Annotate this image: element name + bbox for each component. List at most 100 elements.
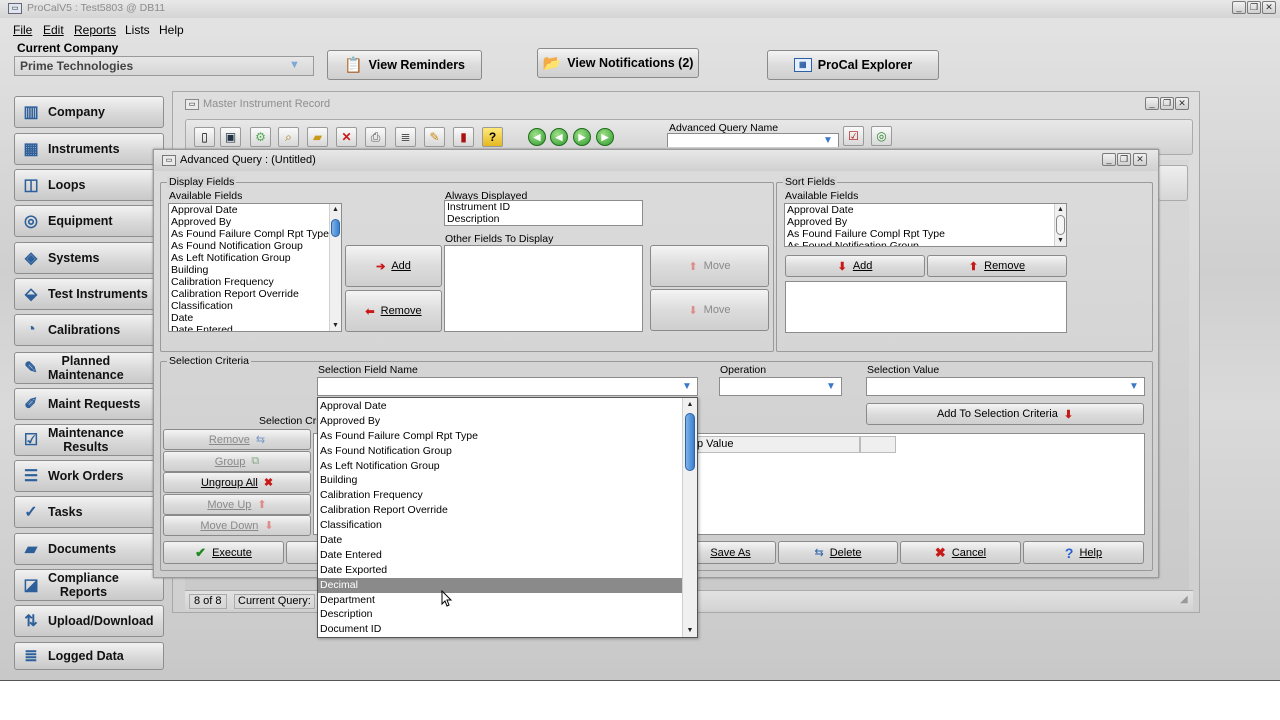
save-icon[interactable]: ▣ xyxy=(220,127,241,147)
scroll-down-icon[interactable]: ▼ xyxy=(1055,235,1066,246)
sidebar-item-company[interactable]: ▥ Company xyxy=(14,96,164,128)
scroll-thumb[interactable] xyxy=(331,219,340,237)
menu-file[interactable]: File xyxy=(13,23,32,37)
ungroup-all-button[interactable]: Ungroup All ✖ xyxy=(163,472,311,493)
exit-icon[interactable]: ▮ xyxy=(453,127,474,147)
list-item[interactable]: Approval Date xyxy=(785,204,1066,216)
list-item[interactable]: As Found Notification Group xyxy=(318,444,682,459)
add-to-selection-criteria-button[interactable]: Add To Selection Criteria ⬇ xyxy=(866,403,1144,425)
company-select[interactable]: Prime Technologies ▼ xyxy=(14,56,314,76)
report-icon[interactable]: ≣ xyxy=(395,127,416,147)
list-item[interactable]: As Left Notification Group xyxy=(169,252,341,264)
delete-icon[interactable]: ✕ xyxy=(336,127,357,147)
list-item[interactable]: Calibration Frequency xyxy=(318,488,682,503)
list-item[interactable]: Approved By xyxy=(318,414,682,429)
list-item[interactable]: As Found Failure Compl Rpt Type xyxy=(318,429,682,444)
menu-reports[interactable]: Reports xyxy=(74,23,116,37)
query-run-icon[interactable]: ◎ xyxy=(871,126,892,146)
first-record-icon[interactable]: ◀ xyxy=(528,128,546,146)
other-fields-list[interactable] xyxy=(444,245,643,332)
master-close-icon[interactable]: ✕ xyxy=(1175,97,1189,110)
scroll-up-icon[interactable]: ▲ xyxy=(683,399,697,410)
list-item[interactable]: Decimal xyxy=(318,577,682,593)
list-item[interactable]: Department xyxy=(318,593,682,608)
display-available-scrollbar[interactable]: ▲ ▼ xyxy=(329,204,341,331)
sidebar-item-logged-data[interactable]: ≣ Logged Data xyxy=(14,642,164,670)
sort-available-list[interactable]: Approval Date Approved By As Found Failure… xyxy=(784,203,1067,247)
dialog-close-icon[interactable]: ✕ xyxy=(1133,153,1147,166)
sidebar-item-maintenance-results[interactable]: ☑ Maintenance Results xyxy=(14,424,164,456)
list-item[interactable]: Description xyxy=(445,213,642,225)
list-item[interactable]: As Left Notification Group xyxy=(318,459,682,474)
list-item[interactable]: As Found Failure Compl Rpt Type xyxy=(785,228,1066,240)
list-item[interactable]: Classification xyxy=(318,518,682,533)
edit-icon[interactable]: ✎ xyxy=(424,127,445,147)
sidebar-item-test-instruments[interactable]: ⬙ Test Instruments xyxy=(14,278,164,310)
sort-add-button[interactable]: ⬇ Add xyxy=(785,255,925,277)
scroll-thumb[interactable] xyxy=(685,413,695,471)
display-available-list[interactable]: Approval Date Approved By As Found Failure… xyxy=(168,203,342,332)
close-icon[interactable]: ✕ xyxy=(1262,1,1276,14)
scroll-down-icon[interactable]: ▼ xyxy=(330,320,341,331)
cancel-button[interactable]: ✖ Cancel xyxy=(900,541,1021,564)
sidebar-item-maint-requests[interactable]: ✐ Maint Requests xyxy=(14,388,164,420)
list-item[interactable]: Date xyxy=(318,533,682,548)
criteria-move-down-button[interactable]: Move Down ⬇ xyxy=(163,515,311,536)
sidebar-item-work-orders[interactable]: ☰ Work Orders xyxy=(14,460,164,492)
display-move-down-button[interactable]: ⬇ Move xyxy=(650,289,769,331)
sidebar-item-instruments[interactable]: ▦ Instruments xyxy=(14,133,164,165)
list-item[interactable]: Calibration Report Override xyxy=(169,288,341,300)
scroll-down-icon[interactable]: ▼ xyxy=(683,625,697,636)
list-item[interactable]: As Found Failure Compl Rpt Type xyxy=(169,228,341,240)
list-item[interactable]: Calibration Report Override xyxy=(318,503,682,518)
find-icon[interactable]: ⌕ xyxy=(278,127,299,147)
sidebar-item-documents[interactable]: ▰ Documents xyxy=(14,533,164,565)
sidebar-item-upload-download[interactable]: ⇅ Upload/Download xyxy=(14,605,164,637)
scroll-up-icon[interactable]: ▲ xyxy=(330,204,341,215)
sort-available-scrollbar[interactable]: ▲ ▼ xyxy=(1054,204,1066,246)
selection-value-select[interactable]: ▼ xyxy=(866,377,1145,396)
display-move-up-button[interactable]: ⬆ Move xyxy=(650,245,769,287)
previous-record-icon[interactable]: ◀ xyxy=(550,128,568,146)
sort-selected-list[interactable] xyxy=(785,281,1067,333)
list-item[interactable]: Classification xyxy=(169,300,341,312)
minimize-icon[interactable]: _ xyxy=(1232,1,1246,14)
list-item[interactable]: Date Entered xyxy=(318,548,682,563)
list-item[interactable]: Approval Date xyxy=(169,204,341,216)
next-record-icon[interactable]: ▶ xyxy=(573,128,591,146)
list-item[interactable]: As Found Notification Group xyxy=(785,240,1066,246)
help-button[interactable]: ? Help xyxy=(1023,541,1144,564)
selection-field-name-select[interactable]: ▼ xyxy=(317,377,698,396)
list-item[interactable]: Calibration Frequency xyxy=(169,276,341,288)
view-notifications-button[interactable]: 📂 View Notifications (2) xyxy=(537,48,699,78)
master-minimize-icon[interactable]: _ xyxy=(1145,97,1159,110)
query-edit-icon[interactable]: ☑ xyxy=(843,126,864,146)
criteria-remove-button[interactable]: Remove ⇆ xyxy=(163,429,311,450)
restore-icon[interactable]: ❐ xyxy=(1247,1,1261,14)
display-add-button[interactable]: ➔ Add xyxy=(345,245,442,287)
last-record-icon[interactable]: ▶ xyxy=(596,128,614,146)
list-item[interactable]: Approved By xyxy=(169,216,341,228)
list-item[interactable]: Date xyxy=(169,312,341,324)
menu-help[interactable]: Help xyxy=(159,23,184,37)
list-item[interactable]: Description xyxy=(318,607,682,622)
tools-icon[interactable]: ⚙ xyxy=(250,127,271,147)
list-item[interactable]: Building xyxy=(318,473,682,488)
sort-remove-button[interactable]: ⬆ Remove xyxy=(927,255,1067,277)
execute-button[interactable]: ✔ Execute xyxy=(163,541,284,564)
help-icon[interactable]: ? xyxy=(482,127,503,147)
master-restore-icon[interactable]: ❐ xyxy=(1160,97,1174,110)
operation-select[interactable]: ▼ xyxy=(719,377,842,396)
list-item[interactable]: As Found Notification Group xyxy=(169,240,341,252)
view-reminders-button[interactable]: 📋 View Reminders xyxy=(327,50,482,80)
selection-field-dropdown[interactable]: Approval Date Approved By As Found Failure… xyxy=(317,397,698,638)
scroll-thumb[interactable] xyxy=(1056,215,1065,235)
scroll-up-icon[interactable]: ▲ xyxy=(1055,204,1066,215)
menu-edit[interactable]: Edit xyxy=(43,23,64,37)
display-remove-button[interactable]: ⬅ Remove xyxy=(345,290,442,332)
sidebar-item-compliance-reports[interactable]: ◪ Compliance Reports xyxy=(14,569,164,601)
dialog-restore-icon[interactable]: ❐ xyxy=(1117,153,1131,166)
list-item[interactable]: Date Exported xyxy=(318,563,682,578)
list-item[interactable]: Date Entered xyxy=(169,324,341,331)
dropdown-scrollbar[interactable]: ▲ ▼ xyxy=(682,398,697,637)
